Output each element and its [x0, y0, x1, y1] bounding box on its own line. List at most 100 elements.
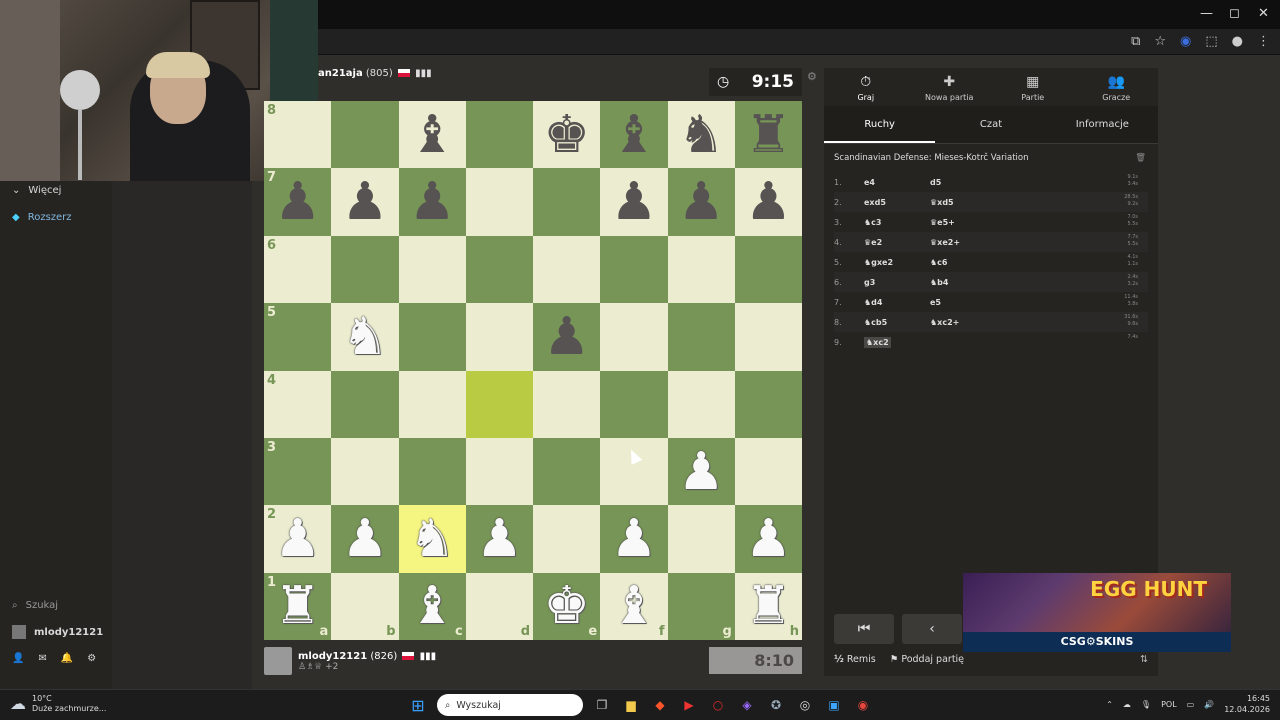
square-g2[interactable] — [667, 505, 735, 573]
black-piece-icon[interactable]: ♟ — [342, 176, 389, 228]
black-piece-icon[interactable]: ♝ — [409, 109, 456, 161]
profile-icon[interactable]: ● — [1232, 34, 1243, 49]
maximize-button[interactable]: ◻ — [1229, 6, 1240, 21]
square-a2[interactable]: 2 ♟ — [264, 505, 332, 573]
square-f1[interactable]: f ♝ — [600, 572, 668, 640]
square-e4[interactable] — [533, 370, 601, 438]
square-c1[interactable]: c ♝ — [398, 572, 466, 640]
square-h6[interactable] — [734, 235, 802, 304]
white-move[interactable]: e4 — [864, 178, 930, 187]
weather-widget[interactable]: ☁ 10°C Duże zachmurze... — [10, 694, 106, 714]
square-c5[interactable] — [398, 303, 466, 371]
avatar[interactable] — [264, 647, 292, 675]
resign-button[interactable]: ⚑ Poddaj partię — [890, 654, 964, 665]
square-c2[interactable]: ♞ — [398, 505, 466, 573]
square-h4[interactable] — [734, 370, 802, 438]
tab-nowa-partia[interactable]: ✚ Nowa partia — [908, 68, 992, 106]
square-g5[interactable] — [667, 303, 735, 371]
chevron-up-icon[interactable]: ⌃ — [1106, 700, 1113, 709]
menu-kebab-icon[interactable]: ⋮ — [1257, 34, 1270, 49]
square-e3[interactable] — [533, 437, 601, 506]
square-c8[interactable]: ♝ — [398, 101, 466, 169]
white-move[interactable]: ♞cb5 — [864, 318, 930, 327]
square-b3[interactable] — [331, 437, 399, 506]
taskbar-search[interactable]: ⌕ Wyszukaj — [437, 694, 583, 716]
white-piece-icon[interactable]: ♟ — [342, 513, 389, 565]
white-piece-icon[interactable]: ♟ — [745, 513, 792, 565]
task-view-icon[interactable]: ❐ — [592, 695, 612, 715]
black-move[interactable]: d5 — [930, 178, 1030, 187]
chess-board[interactable]: 8 ♝ ♚ ♝ ♞ ♜ 7 ♟ ♟ ♟ ♟ ♟ ♟ 6 5 ♞ ♟ 4 3 ♟ 2 ♟ ♟ ♞ ♟ ♟ ♟ 1 a ♜ b c ♝ d e ♚ f ♝ g h… — [264, 101, 802, 640]
install-icon[interactable]: ⧉ — [1131, 34, 1140, 49]
white-piece-icon[interactable]: ♟ — [274, 513, 321, 565]
square-h2[interactable]: ♟ — [734, 505, 802, 573]
black-piece-icon[interactable]: ♟ — [543, 311, 590, 363]
black-piece-icon[interactable]: ♟ — [678, 176, 725, 228]
white-piece-icon[interactable]: ♞ — [409, 513, 456, 565]
flip-board-icon[interactable]: ⇅ — [1140, 654, 1148, 665]
square-b8[interactable] — [331, 101, 399, 169]
square-h7[interactable]: ♟ — [734, 168, 802, 236]
file-explorer-icon[interactable]: ▆ — [621, 695, 641, 715]
square-g3[interactable]: ♟ — [667, 437, 735, 506]
square-c7[interactable]: ♟ — [398, 168, 466, 236]
square-c6[interactable] — [398, 235, 466, 304]
black-move[interactable]: ♞c6 — [930, 258, 1030, 267]
square-d3[interactable] — [465, 437, 533, 506]
sidebar-item-more[interactable]: ⌄ Więcej — [12, 185, 61, 196]
terminal-icon[interactable]: ▶ — [679, 695, 699, 715]
previous-move-button[interactable]: ‹ — [902, 614, 962, 644]
square-b4[interactable] — [331, 370, 399, 438]
trash-icon[interactable]: 🗑 — [1135, 153, 1146, 163]
clock-datetime[interactable]: 16:45 12.04.2026 — [1224, 693, 1270, 715]
square-g4[interactable] — [667, 370, 735, 438]
square-a7[interactable]: 7 ♟ — [264, 168, 332, 236]
square-d1[interactable]: d — [465, 572, 533, 640]
square-a3[interactable]: 3 — [264, 437, 332, 506]
square-h3[interactable] — [734, 437, 802, 506]
black-piece-icon[interactable]: ♟ — [274, 176, 321, 228]
app-icon[interactable]: ◈ — [737, 695, 757, 715]
subtab-informacje[interactable]: Informacje — [1047, 106, 1158, 143]
black-move[interactable]: ♞xc2+ — [930, 318, 1030, 327]
square-h8[interactable]: ♜ — [734, 101, 802, 169]
black-piece-icon[interactable]: ♜ — [745, 109, 792, 161]
tab-graj[interactable]: ⏱ Graj — [824, 68, 908, 106]
square-f2[interactable]: ♟ — [600, 505, 668, 573]
sidebar-search[interactable]: ⌕ Szukaj — [12, 600, 58, 611]
black-move[interactable]: ♛xe2+ — [930, 238, 1030, 247]
square-e5[interactable]: ♟ — [533, 303, 601, 371]
square-b7[interactable]: ♟ — [331, 168, 399, 236]
extension-icon[interactable]: ◉ — [1180, 34, 1191, 49]
tab-gracze[interactable]: 👥 Gracze — [1075, 68, 1159, 106]
bookmark-star-icon[interactable]: ☆ — [1154, 34, 1166, 49]
minimize-button[interactable]: — — [1200, 6, 1213, 21]
square-d5[interactable] — [465, 303, 533, 371]
square-a4[interactable]: 4 — [264, 370, 332, 438]
white-move[interactable]: ♞d4 — [864, 298, 930, 307]
square-c4[interactable] — [398, 370, 466, 438]
subtab-czat[interactable]: Czat — [935, 106, 1046, 143]
square-a1[interactable]: 1 a ♜ — [264, 572, 332, 640]
square-d4[interactable] — [465, 370, 533, 438]
square-b1[interactable]: b — [331, 572, 399, 640]
white-piece-icon[interactable]: ♟ — [678, 446, 725, 498]
white-piece-icon[interactable]: ♟ — [476, 513, 523, 565]
square-g8[interactable]: ♞ — [667, 101, 735, 169]
white-piece-icon[interactable]: ♝ — [611, 580, 658, 632]
opponent-name[interactable]: an21aja — [318, 68, 363, 79]
black-piece-icon[interactable]: ♝ — [611, 109, 658, 161]
chess-app-icon[interactable]: ◎ — [795, 695, 815, 715]
square-f7[interactable]: ♟ — [600, 168, 668, 236]
square-b5[interactable]: ♞ — [331, 303, 399, 371]
board-settings-gear-icon[interactable]: ⚙ — [807, 70, 817, 83]
square-e6[interactable] — [533, 235, 601, 304]
network-icon[interactable]: ▭ — [1187, 700, 1195, 709]
volume-icon[interactable]: 🔊 — [1204, 700, 1214, 709]
opera-icon[interactable]: ○ — [708, 695, 728, 715]
friends-icon[interactable]: 👤 — [12, 653, 24, 664]
black-piece-icon[interactable]: ♟ — [409, 176, 456, 228]
language-indicator[interactable]: POL — [1161, 700, 1177, 709]
white-move[interactable]: ♞gxe2 — [864, 258, 930, 267]
square-a6[interactable]: 6 — [264, 235, 332, 304]
